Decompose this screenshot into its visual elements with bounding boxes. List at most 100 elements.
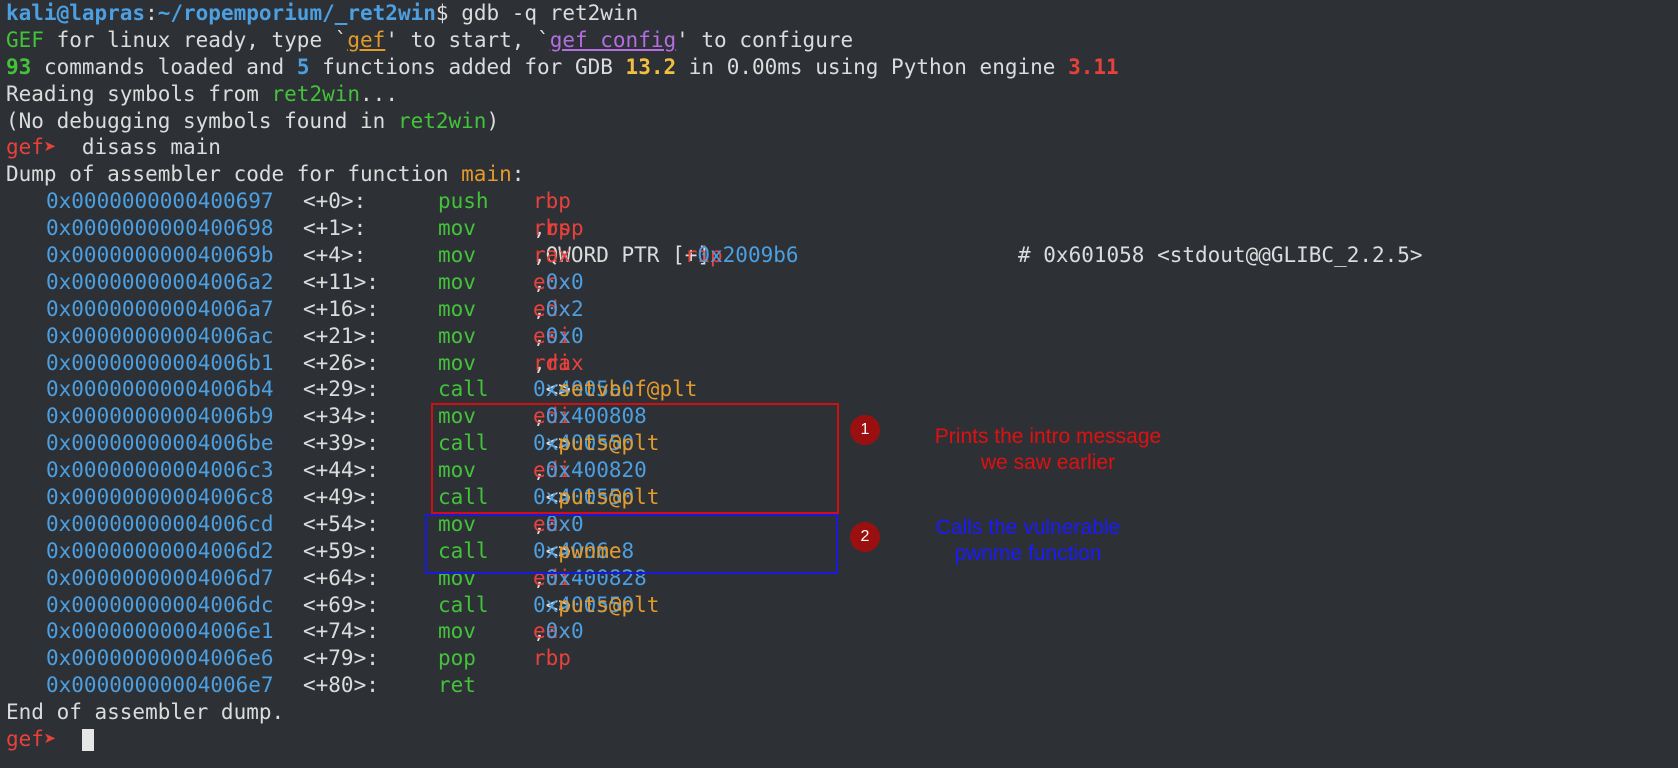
instruction-operands: edx, 0x2 xyxy=(533,296,584,321)
reading-text: Reading symbols from xyxy=(6,81,272,106)
gef-label: GEF xyxy=(6,27,44,52)
instruction-offset: <+39>: xyxy=(303,431,379,456)
instruction-operands: 0x400550 < puts@plt > xyxy=(533,592,660,617)
instruction-operands: rbp, rsp xyxy=(533,216,584,241)
instruction-operands: rax ,QWORD PTR [rip +0x2009b6] xyxy=(533,243,799,268)
instruction-operands: rdi, rax xyxy=(533,350,584,375)
gef-prompt: gef➤ xyxy=(6,135,57,160)
instruction-address: 0x00000000004006e6 xyxy=(46,646,274,671)
instruction-address: 0x00000000004006c3 xyxy=(46,458,274,483)
instruction-address: 0x00000000004006b9 xyxy=(46,404,274,429)
instruction-offset: <+29>: xyxy=(303,377,379,402)
python-version: 3.11 xyxy=(1068,54,1119,79)
instruction-mnemonic: mov xyxy=(438,296,476,321)
instruction-mnemonic: mov xyxy=(438,269,476,294)
reading-file: ret2win xyxy=(271,81,361,106)
instruction-address: 0x00000000004006be xyxy=(46,431,274,456)
instruction-address: 0x00000000004006c8 xyxy=(46,485,274,510)
instruction-operands: eax, 0x0 xyxy=(533,619,584,644)
dump-end-line: End of assembler dump. xyxy=(6,699,1119,726)
disasm-row: 0x000000000040069b <+4>: mov rax ,QWORD PTR … xyxy=(6,242,1423,269)
instruction-offset: <+26>: xyxy=(303,350,379,375)
instruction-comment: # 0x601058 <stdout@@GLIBC_2.2.5> xyxy=(1018,243,1423,268)
instruction-offset: <+16>: xyxy=(303,296,379,321)
instruction-address: 0x0000000000400698 xyxy=(46,216,274,241)
instruction-operands: esi, 0x0 xyxy=(533,323,584,348)
instruction-offset: <+79>: xyxy=(303,646,379,671)
instruction-offset: <+1>: xyxy=(303,216,367,241)
gef-command-link[interactable]: gef xyxy=(347,28,385,52)
instruction-offset: <+80>: xyxy=(303,673,379,698)
no-debug-text: (No debugging symbols found in xyxy=(6,108,398,133)
disasm-row: 0x00000000004006b1 <+26>: mov rdi, rax xyxy=(6,350,1119,377)
annotation-note-intro: Prints the intro message we saw earlier xyxy=(908,424,1188,476)
disasm-row: 0x00000000004006b4 <+29>: call 0x4005a0 < se… xyxy=(6,376,1119,403)
highlight-box-intro xyxy=(431,403,839,514)
gdb-version: 13.2 xyxy=(625,54,677,79)
shell-command: gdb -q ret2win xyxy=(448,1,639,25)
disasm-row: 0x00000000004006a7 <+16>: mov edx, 0x2 xyxy=(6,296,1119,323)
instruction-offset: <+11>: xyxy=(303,269,379,294)
instruction-offset: <+34>: xyxy=(303,404,379,429)
instruction-offset: <+21>: xyxy=(303,323,379,348)
gef-ready-text-3: ' to configure xyxy=(676,27,854,52)
instruction-offset: <+64>: xyxy=(303,565,379,590)
dump-header-colon: : xyxy=(511,162,525,187)
instruction-mnemonic: mov xyxy=(438,216,476,241)
prompt-separator: : xyxy=(145,1,158,25)
instruction-offset: <+54>: xyxy=(303,511,379,536)
dump-end-text: End of assembler dump. xyxy=(6,700,285,725)
instruction-address: 0x00000000004006cd xyxy=(46,511,274,536)
stats-text-2: functions added for GDB xyxy=(309,54,626,79)
instruction-address: 0x00000000004006b1 xyxy=(46,350,274,375)
text-cursor[interactable] xyxy=(81,729,94,752)
gef-prompt-final-line: gef➤ xyxy=(6,726,1119,753)
gef-ready-line: GEF for linux ready, type `gef' to start… xyxy=(6,27,1119,54)
disasm-row: 0x00000000004006ac <+21>: mov esi, 0x0 xyxy=(6,323,1119,350)
disasm-row: 0x00000000004006e6 <+79>: pop rbp xyxy=(46,646,571,671)
instruction-mnemonic: call xyxy=(438,377,489,402)
instruction-address: 0x00000000004006ac xyxy=(46,323,274,348)
instruction-mnemonic: mov xyxy=(438,350,476,375)
instruction-address: 0x00000000004006e7 xyxy=(46,673,274,698)
instruction-mnemonic: mov xyxy=(438,243,476,268)
instruction-address: 0x00000000004006e1 xyxy=(46,619,274,644)
instruction-address: 0x00000000004006b4 xyxy=(46,377,274,402)
instruction-mnemonic: push xyxy=(438,189,489,214)
disasm-row: 0x0000000000400698 <+1>: mov rbp, rsp xyxy=(6,215,1119,242)
annotation-note-pwnme: Calls the vulnerable pwnme function xyxy=(908,515,1148,567)
instruction-address: 0x00000000004006dc xyxy=(46,592,274,617)
functions-count: 5 xyxy=(296,54,310,79)
instruction-address: 0x00000000004006d2 xyxy=(46,538,274,563)
instruction-address: 0x000000000040069b xyxy=(46,243,274,268)
stats-text: commands loaded and xyxy=(31,54,297,79)
gef-prompt-line: gef➤ disass main xyxy=(6,134,1119,161)
annotation-note-intro-text: Prints the intro message we saw earlier xyxy=(934,425,1162,474)
dump-header-line: Dump of assembler code for function main… xyxy=(6,161,1119,188)
no-debug-close: ) xyxy=(486,108,500,133)
gef-ready-text: for linux ready, type ` xyxy=(43,27,348,52)
gef-command: disass main xyxy=(56,135,221,160)
instruction-mnemonic: pop xyxy=(438,646,476,671)
disasm-row: 0x0000000000400697 <+0>: push rbp xyxy=(46,189,571,214)
highlight-box-pwnme xyxy=(425,514,838,574)
instruction-offset: <+4>: xyxy=(303,243,367,268)
stats-text-3: in 0.00ms using Python engine xyxy=(676,54,1069,79)
annotation-note-pwnme-text: Calls the vulnerable pwnme function xyxy=(935,516,1121,565)
instruction-address: 0x00000000004006a2 xyxy=(46,269,274,294)
gef-config-link[interactable]: gef config xyxy=(550,28,676,52)
instruction-mnemonic: ret xyxy=(438,673,476,698)
instruction-mnemonic: mov xyxy=(438,619,476,644)
disasm-row: 0x00000000004006e7 <+80>: ret xyxy=(6,672,1119,699)
annotation-badge-1: 1 xyxy=(850,415,880,445)
instruction-offset: <+69>: xyxy=(303,592,379,617)
reading-ellipsis: ... xyxy=(360,81,398,106)
prompt-user: kali@lapras xyxy=(6,1,146,25)
prompt-symbol: $ xyxy=(435,1,449,25)
instruction-offset: <+59>: xyxy=(303,538,379,563)
instruction-offset: <+49>: xyxy=(303,485,379,510)
prompt-path: ~/ropemporium/_ret2win xyxy=(157,1,436,25)
gef-stats-line: 93 commands loaded and 5 functions added… xyxy=(6,54,1119,81)
disasm-row: 0x00000000004006e1 <+74>: mov eax, 0x0 xyxy=(6,618,1119,645)
instruction-operands: ecx, 0x0 xyxy=(533,269,584,294)
